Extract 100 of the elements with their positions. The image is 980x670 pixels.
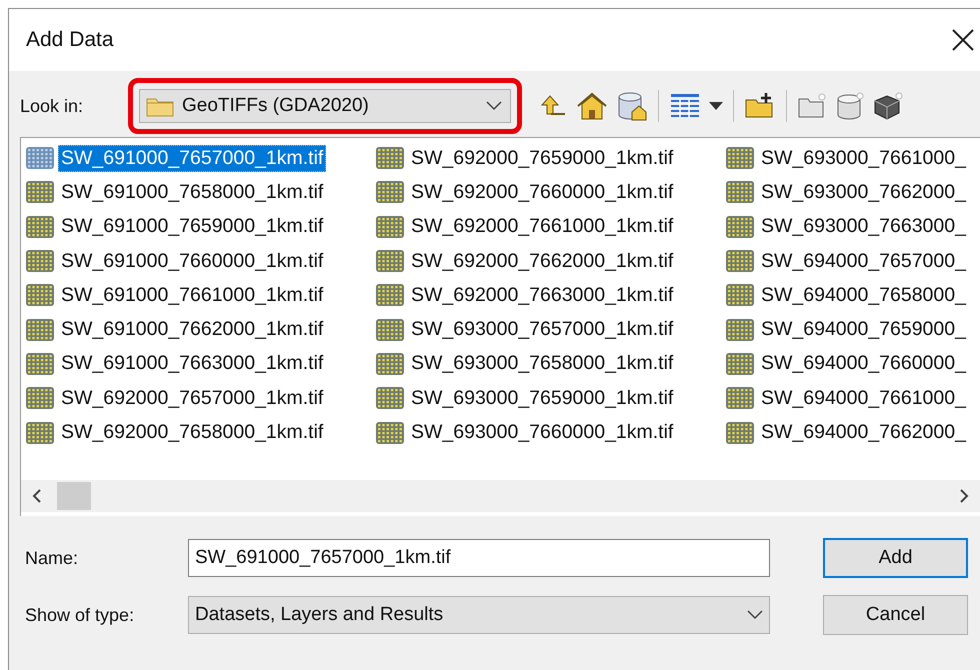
cancel-button[interactable]: Cancel — [823, 595, 968, 635]
raster-file-icon — [725, 249, 755, 274]
file-item[interactable]: SW_691000_7663000_1km.tif — [25, 346, 375, 382]
file-item[interactable]: SW_692000_7663000_1km.tif — [375, 278, 725, 312]
file-name: SW_694000_7657000_ — [760, 248, 968, 274]
file-name: SW_691000_7658000_1km.tif — [60, 180, 324, 205]
file-name: SW_693000_7661000_ — [760, 146, 968, 171]
look-in-label: Look in: — [20, 96, 84, 116]
caret-icon[interactable] — [709, 102, 723, 110]
raster-file-icon — [25, 146, 55, 170]
toolbox-icon[interactable] — [873, 91, 903, 121]
file-name: SW_691000_7662000_1km.tif — [60, 317, 324, 342]
raster-file-icon — [375, 318, 405, 342]
raster-file-icon — [375, 283, 405, 308]
file-name: SW_693000_7662000_ — [760, 180, 968, 205]
file-item[interactable]: SW_692000_7662000_1km.tif — [375, 244, 725, 278]
file-name: SW_692000_7663000_1km.tif — [410, 282, 674, 308]
window-title: Add Data — [26, 28, 115, 52]
file-item[interactable]: SW_694000_7659000_ — [725, 312, 980, 347]
scroll-left-icon[interactable] — [31, 489, 43, 503]
raster-file-icon — [25, 420, 55, 445]
file-name: SW_692000_7657000_1km.tif — [60, 386, 324, 411]
file-name: SW_691000_7657000_1km.tif — [58, 144, 326, 172]
raster-file-icon — [375, 386, 405, 410]
raster-file-icon — [725, 420, 755, 445]
raster-file-icon — [25, 318, 55, 342]
file-item[interactable]: SW_691000_7661000_1km.tif — [25, 278, 375, 312]
raster-file-icon — [725, 214, 755, 239]
file-item[interactable]: SW_692000_7660000_1km.tif — [375, 175, 725, 210]
file-item[interactable]: SW_693000_7662000_ — [725, 175, 980, 210]
home-icon[interactable] — [576, 91, 608, 121]
type-label: Show of type: — [25, 604, 135, 626]
file-name: SW_693000_7658000_1km.tif — [410, 351, 674, 376]
file-item[interactable]: SW_694000_7657000_ — [725, 244, 980, 278]
raster-file-icon — [725, 283, 755, 308]
raster-file-icon — [25, 180, 55, 204]
file-name: SW_693000_7657000_1km.tif — [410, 317, 674, 342]
file-name: SW_694000_7659000_ — [760, 317, 968, 342]
database-home-icon[interactable] — [616, 91, 648, 121]
raster-file-icon — [725, 386, 755, 410]
name-label: Name: — [25, 548, 80, 568]
file-name: SW_693000_7663000_ — [760, 214, 968, 240]
horizontal-scrollbar[interactable] — [21, 480, 980, 512]
file-item[interactable]: SW_694000_7660000_ — [725, 346, 980, 382]
file-item[interactable]: SW_691000_7658000_1km.tif — [25, 175, 375, 210]
raster-file-icon — [375, 420, 405, 445]
file-name: SW_691000_7659000_1km.tif — [60, 214, 324, 240]
file-item[interactable]: SW_693000_7658000_1km.tif — [375, 346, 725, 382]
file-name: SW_692000_7659000_1km.tif — [410, 146, 674, 171]
chevron-down-icon — [747, 610, 763, 620]
file-item[interactable]: SW_691000_7657000_1km.tif — [25, 141, 375, 176]
file-item[interactable]: SW_694000_7661000_ — [725, 381, 980, 416]
file-item[interactable]: SW_691000_7660000_1km.tif — [25, 244, 375, 278]
close-icon[interactable] — [952, 29, 974, 51]
file-item[interactable]: SW_692000_7659000_1km.tif — [375, 141, 725, 176]
file-item[interactable]: SW_693000_7660000_1km.tif — [375, 415, 725, 450]
file-name: SW_693000_7660000_1km.tif — [410, 420, 674, 446]
file-name: SW_692000_7661000_1km.tif — [410, 214, 674, 240]
scrollbar-thumb[interactable] — [57, 482, 91, 510]
list-view-icon[interactable] — [669, 92, 701, 120]
raster-file-icon — [375, 249, 405, 274]
file-item[interactable]: SW_693000_7657000_1km.tif — [375, 312, 725, 347]
file-name: SW_692000_7662000_1km.tif — [410, 248, 674, 274]
file-name: SW_691000_7661000_1km.tif — [60, 282, 324, 308]
file-item[interactable]: SW_692000_7657000_1km.tif — [25, 381, 375, 416]
look-in-dropdown[interactable]: GeoTIFFs (GDA2020) — [139, 89, 511, 123]
raster-file-icon — [725, 318, 755, 342]
raster-file-icon — [375, 352, 405, 376]
file-name: SW_694000_7658000_ — [760, 282, 968, 308]
file-name: SW_691000_7660000_1km.tif — [60, 248, 324, 274]
scroll-right-icon[interactable] — [958, 489, 970, 503]
file-name: SW_694000_7662000_ — [760, 420, 968, 446]
raster-file-icon — [25, 352, 55, 376]
file-item[interactable]: SW_694000_7658000_ — [725, 278, 980, 312]
file-item[interactable]: SW_693000_7659000_1km.tif — [375, 381, 725, 416]
file-name: SW_692000_7660000_1km.tif — [410, 180, 674, 205]
file-item[interactable]: SW_691000_7659000_1km.tif — [25, 210, 375, 244]
raster-file-icon — [725, 352, 755, 376]
file-name: SW_691000_7663000_1km.tif — [60, 351, 324, 376]
file-item[interactable]: SW_691000_7662000_1km.tif — [25, 312, 375, 347]
file-item[interactable]: SW_694000_7662000_ — [725, 415, 980, 450]
raster-file-icon — [375, 180, 405, 204]
raster-file-icon — [25, 386, 55, 410]
file-item[interactable]: SW_692000_7661000_1km.tif — [375, 210, 725, 244]
raster-file-icon — [375, 146, 405, 170]
file-name: SW_693000_7659000_1km.tif — [410, 386, 674, 411]
raster-file-icon — [25, 214, 55, 239]
file-item[interactable]: SW_693000_7663000_ — [725, 210, 980, 244]
chevron-down-icon — [486, 101, 502, 111]
name-field[interactable]: SW_691000_7657000_1km.tif — [188, 539, 770, 577]
raster-file-icon — [725, 180, 755, 204]
file-name: SW_692000_7658000_1km.tif — [60, 420, 324, 446]
add-button[interactable]: Add — [823, 538, 968, 578]
file-item[interactable]: SW_692000_7658000_1km.tif — [25, 415, 375, 450]
file-name: SW_694000_7660000_ — [760, 351, 968, 376]
file-item[interactable]: SW_693000_7661000_ — [725, 141, 980, 176]
raster-file-icon — [375, 214, 405, 239]
type-dropdown[interactable]: Datasets, Layers and Results — [188, 596, 770, 634]
cylinder-icon[interactable] — [835, 91, 865, 121]
file-name: SW_694000_7661000_ — [760, 386, 968, 411]
